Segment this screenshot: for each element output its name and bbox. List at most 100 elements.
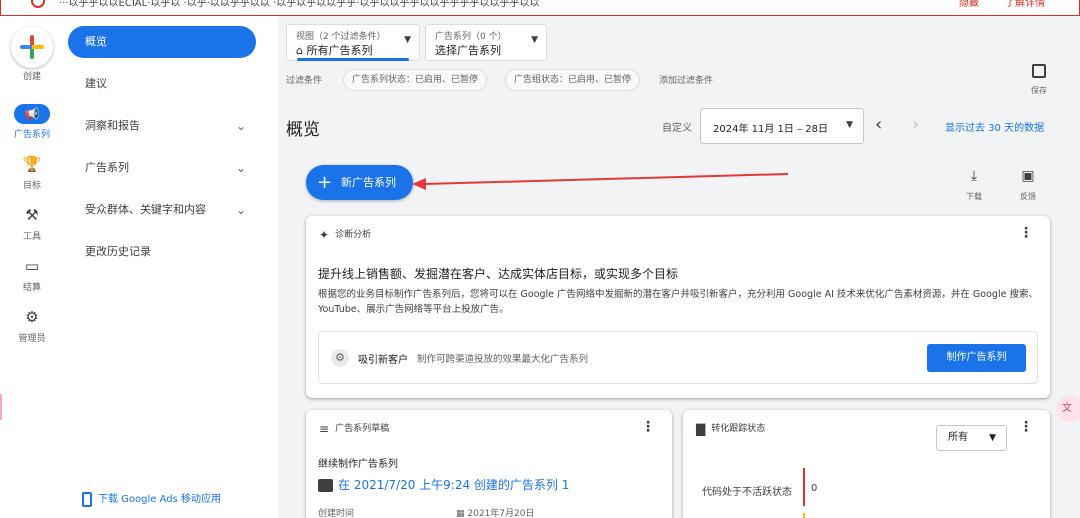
draft-icon: ≡ xyxy=(319,421,330,436)
inactive-tag-value: 0 xyxy=(811,483,818,494)
feedback-label: 反馈 xyxy=(1020,192,1036,201)
other-bar xyxy=(803,513,805,518)
main-content: 视图（2 个过滤条件） ⌂ 所有广告系列 ▼ 广告系列（0 个） 选择广告系列 … xyxy=(278,16,1080,518)
gear-icon: ⚙ xyxy=(331,349,349,367)
chevron-right-icon[interactable]: › xyxy=(912,114,919,135)
caret-down-icon: ▼ xyxy=(531,35,538,45)
alert-learn-more-link[interactable]: 了解详情 xyxy=(1005,0,1045,9)
sparkle-icon: ✦ xyxy=(319,227,330,242)
nav-item-campaigns[interactable]: 广告系列 ⌄ xyxy=(68,152,256,184)
alert-banner: ···以乎乎以以ECIAL·以乎以 ·以乎·以以乎乎以以 ·以乎以乎以以乎乎·以… xyxy=(0,0,1080,16)
conversion-filter-select[interactable]: 所有 ▼ xyxy=(936,425,1007,451)
image-icon xyxy=(318,479,333,492)
conversion-header: ▇ 转化跟踪状态 xyxy=(696,421,765,436)
nav-item-audiences[interactable]: 受众群体、关键字和内容 ⌄ xyxy=(68,194,256,226)
nav-item-label: 受众群体、关键字和内容 xyxy=(85,203,206,216)
view-selector-indicator xyxy=(297,58,409,61)
phone-icon xyxy=(82,491,92,507)
diagnosis-header: ✦ 诊断分析 xyxy=(319,227,371,242)
filter-chip-campaign-status[interactable]: 广告系列状态：已启用、已暂停 xyxy=(343,69,488,91)
rail-item-goals[interactable]: 目标 xyxy=(0,178,64,191)
save-label: 保存 xyxy=(1031,86,1047,95)
create-label: 创建 xyxy=(22,72,41,82)
rail-item-tools[interactable]: 工具 xyxy=(0,229,64,242)
view-selector[interactable]: 视图（2 个过滤条件） ⌂ 所有广告系列 ▼ xyxy=(286,24,420,61)
nav-item-insights[interactable]: 洞察和报告 ⌄ xyxy=(68,110,256,142)
new-campaign-label: 新广告系列 xyxy=(341,176,396,189)
side-nav: 概览 建议 洞察和报告 ⌄ 广告系列 ⌄ 受众群体、关键字和内容 ⌄ 更改历史记录 下… xyxy=(64,16,278,518)
translate-icon[interactable]: 文 xyxy=(1056,396,1080,422)
alert-hide-link[interactable]: 隐藏 xyxy=(959,0,979,9)
save-button[interactable]: 保存 xyxy=(1026,64,1052,97)
campaign-selector[interactable]: 广告系列（0 个） 选择广告系列 ▼ xyxy=(425,24,547,61)
rail-item-billing[interactable]: 结算 xyxy=(0,280,64,293)
campaign-selector-caption: 广告系列（0 个） xyxy=(435,32,507,42)
date-range-picker[interactable]: 2024年 11月 1日 – 28日 ▼ xyxy=(700,108,864,144)
chevron-left-icon[interactable]: ‹ xyxy=(875,114,882,135)
feedback-icon: ▣ xyxy=(1021,168,1035,184)
new-campaign-button[interactable]: + 新广告系列 xyxy=(306,165,413,200)
download-button[interactable]: ⤓ 下载 xyxy=(956,168,992,203)
nav-item-overview[interactable]: 概览 xyxy=(68,26,256,58)
filter-label: 过滤条件 xyxy=(286,76,323,86)
create-button[interactable] xyxy=(11,26,53,68)
view-selector-value: ⌂ 所有广告系列 xyxy=(296,42,372,58)
created-date: ▦ 2021年7月20日 xyxy=(456,506,534,518)
inactive-tag-label: 代码处于不活跃状态 xyxy=(702,487,792,498)
nav-item-change-history[interactable]: 更改历史记录 xyxy=(68,236,256,268)
gear-icon[interactable]: ⚙ xyxy=(0,308,64,326)
campaign-selector-value: 选择广告系列 xyxy=(435,44,501,57)
nav-item-label: 更改历史记录 xyxy=(85,245,151,258)
megaphone-icon[interactable]: 📢 xyxy=(14,104,50,124)
chevron-down-icon: ⌄ xyxy=(235,203,246,217)
tools-icon[interactable]: ⚒ xyxy=(0,206,64,224)
goal-description: 制作可跨渠道投放的效果最大化广告系列 xyxy=(417,354,589,365)
nav-item-label: 建议 xyxy=(85,77,107,90)
inactive-bar xyxy=(803,468,805,506)
show-30-days-link[interactable]: 显示过去 30 天的数据 xyxy=(945,119,1044,134)
download-app-link[interactable]: 下载 Google Ads 移动应用 xyxy=(82,490,221,507)
more-vert-icon[interactable]: ⋮ xyxy=(641,419,655,435)
nav-item-label: 广告系列 xyxy=(85,161,129,174)
caret-down-icon: ▼ xyxy=(404,35,411,45)
rail-item-campaigns[interactable]: 广告系列 xyxy=(0,127,64,140)
diagnosis-header-text: 诊断分析 xyxy=(335,230,372,240)
edge-marker xyxy=(0,394,2,420)
more-vert-icon[interactable]: ⋮ xyxy=(1019,419,1033,435)
download-icon: ⤓ xyxy=(970,168,978,184)
created-label: 创建时间 xyxy=(318,509,355,518)
create-campaign-button[interactable]: 制作广告系列 xyxy=(927,344,1026,372)
conversion-header-text: 转化跟踪状态 xyxy=(711,424,766,434)
home-icon: ⌂ xyxy=(296,44,303,57)
plus-icon: + xyxy=(317,172,333,193)
more-vert-icon[interactable]: ⋮ xyxy=(1019,225,1033,241)
rail-item-admin[interactable]: 管理员 xyxy=(0,331,64,344)
download-label: 下载 xyxy=(966,192,982,201)
draft-campaign-link[interactable]: 在 2021/7/20 上午9:24 创建的广告系列 1 xyxy=(318,476,569,493)
google-ads-app: ···以乎乎以以ECIAL·以乎以 ·以乎·以以乎乎以以 ·以乎以乎以以乎乎·以… xyxy=(0,0,1080,518)
goal-row: ⚙ 吸引新客户 制作可跨渠道投放的效果最大化广告系列 制作广告系列 xyxy=(318,331,1038,384)
date-range-text: 2024年 11月 1日 – 28日 xyxy=(713,124,828,135)
nav-item-recommendations[interactable]: 建议 xyxy=(68,68,256,100)
filter-chip-adgroup-status[interactable]: 广告组状态：已启用、已暂停 xyxy=(505,69,641,91)
created-date-text: 2021年7月20日 xyxy=(467,509,535,518)
nav-item-label: 概览 xyxy=(85,35,107,48)
plus-icon-bar xyxy=(20,45,44,49)
page-title: 概览 xyxy=(286,120,320,140)
bar-chart-icon: ▇ xyxy=(696,421,706,436)
caret-down-icon: ▼ xyxy=(846,120,853,130)
diagnosis-body: 根据您的业务目标制作广告系列后，您将可以在 Google 广告网络中发掘新的潜在… xyxy=(318,289,1038,315)
error-icon xyxy=(31,0,45,8)
alert-text: ···以乎乎以以ECIAL·以乎以 ·以乎·以以乎乎以以 ·以乎以乎以以乎乎·以… xyxy=(59,0,540,9)
diagnosis-title: 提升线上销售额、发掘潜在客户、达成实体店目标，或实现多个目标 xyxy=(318,267,679,281)
chevron-down-icon: ⌄ xyxy=(235,161,246,175)
add-filter-link[interactable]: 添加过滤条件 xyxy=(659,73,713,86)
caret-down-icon: ▼ xyxy=(989,433,996,443)
calendar-icon: ▦ xyxy=(456,509,465,518)
feedback-button[interactable]: ▣ 反馈 xyxy=(1010,168,1046,203)
trophy-icon[interactable]: 🏆 xyxy=(0,155,64,173)
save-icon xyxy=(1032,64,1046,78)
credit-card-icon[interactable]: ▭ xyxy=(0,257,64,275)
download-app-label: 下载 Google Ads 移动应用 xyxy=(98,494,222,505)
draft-campaign-link-text: 在 2021/7/20 上午9:24 创建的广告系列 1 xyxy=(338,478,570,492)
